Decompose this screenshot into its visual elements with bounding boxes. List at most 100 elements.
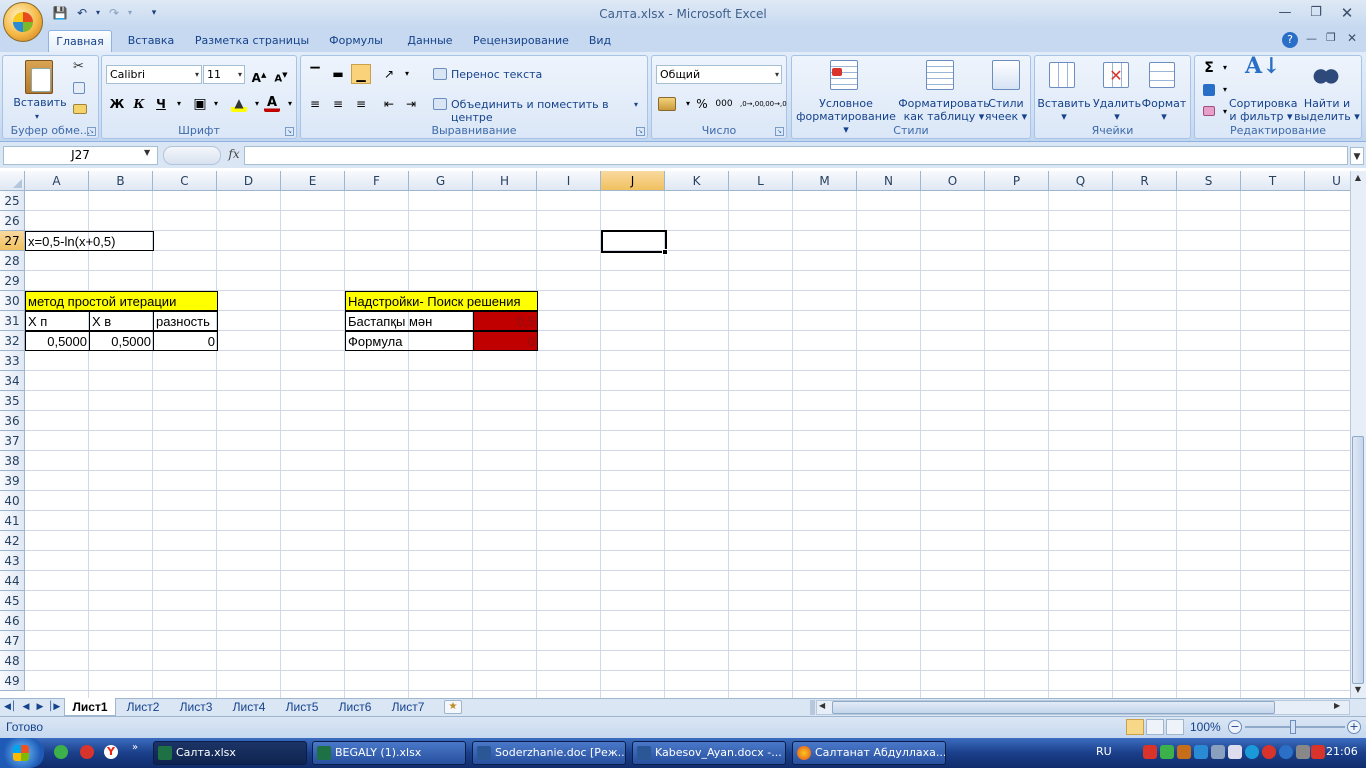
row-header-48[interactable]: 48	[0, 651, 25, 671]
align-bottom-icon[interactable]: ▁	[351, 64, 371, 84]
percent-button[interactable]: %	[692, 94, 712, 114]
row-header-31[interactable]: 31	[0, 311, 25, 331]
row-header-25[interactable]: 25	[0, 191, 25, 211]
column-header-L[interactable]: L	[729, 171, 793, 191]
shrink-font-icon[interactable]: A▼	[271, 65, 291, 85]
insert-cells-button[interactable]: Вставить ▾	[1037, 97, 1091, 123]
yandex-icon[interactable]: Y	[104, 745, 118, 759]
align-right-icon[interactable]: ≡	[351, 94, 371, 114]
quicklaunch-browser-icon[interactable]	[80, 745, 94, 759]
dialog-launcher-icon[interactable]: ↘	[285, 127, 294, 136]
column-header-K[interactable]: K	[665, 171, 729, 191]
zoom-out-icon[interactable]: −	[1228, 720, 1242, 734]
column-header-M[interactable]: M	[793, 171, 857, 191]
tray-icon-9[interactable]	[1279, 745, 1293, 759]
increase-indent-icon[interactable]: ⇥	[401, 94, 421, 114]
cell-F31[interactable]: Бастапқы мән	[345, 311, 474, 331]
orientation-dropdown-icon[interactable]: ▾	[397, 64, 417, 84]
grow-font-icon[interactable]: A▲	[249, 65, 269, 85]
row-header-40[interactable]: 40	[0, 491, 25, 511]
scroll-right-icon[interactable]: ▶	[1334, 701, 1340, 710]
task-salta-xlsx[interactable]: Салта.xlsx	[153, 741, 307, 765]
format-as-table-button[interactable]: Форматировать как таблицу ▾	[896, 97, 992, 123]
column-header-Q[interactable]: Q	[1049, 171, 1113, 191]
row-header-39[interactable]: 39	[0, 471, 25, 491]
name-box-dropdown-icon[interactable]: ▼	[144, 148, 150, 157]
bold-button[interactable]: Ж	[107, 94, 127, 114]
find-select-button[interactable]: Найти и выделить ▾	[1293, 97, 1361, 123]
align-top-icon[interactable]: ▔	[305, 64, 325, 84]
font-color-dropdown-icon[interactable]: ▾	[280, 94, 300, 114]
column-header-N[interactable]: N	[857, 171, 921, 191]
borders-dropdown-icon[interactable]: ▾	[206, 94, 226, 114]
wrap-text-button[interactable]: Перенос текста	[451, 68, 542, 81]
increase-decimal-button[interactable]: ,0→,00	[740, 94, 764, 114]
orientation-icon[interactable]: ↗	[379, 64, 399, 84]
column-header-S[interactable]: S	[1177, 171, 1241, 191]
sheet-tab-3[interactable]: Лист3	[171, 698, 221, 716]
clear-icon[interactable]	[1203, 106, 1215, 116]
row-header-33[interactable]: 33	[0, 351, 25, 371]
cell-H31[interactable]: 0,5	[473, 311, 538, 331]
sheet-tab-6[interactable]: Лист6	[330, 698, 380, 716]
sheet-tab-1[interactable]: Лист1	[64, 698, 116, 716]
cell-C31[interactable]: разность	[153, 311, 218, 331]
fill-handle[interactable]	[662, 249, 668, 255]
format-cells-button[interactable]: Формат ▾	[1139, 97, 1189, 123]
task-soderzhanie-doc[interactable]: Soderzhanie.doc [Реж...	[472, 741, 626, 765]
formula-input[interactable]	[244, 146, 1348, 165]
first-sheet-icon[interactable]: ◀│	[4, 700, 16, 714]
row-header-37[interactable]: 37	[0, 431, 25, 451]
decrease-decimal-button[interactable]: ,00→,0	[763, 94, 787, 114]
tray-icon-10[interactable]	[1296, 745, 1310, 759]
cell-A32[interactable]: 0,5000	[25, 331, 90, 351]
underline-button[interactable]: Ч	[151, 94, 171, 114]
row-header-36[interactable]: 36	[0, 411, 25, 431]
underline-dropdown-icon[interactable]: ▾	[169, 94, 189, 114]
tray-network-icon[interactable]	[1211, 745, 1225, 759]
quicklaunch-app-icon[interactable]	[54, 745, 68, 759]
dialog-launcher-icon[interactable]: ↘	[87, 127, 96, 136]
format-painter-icon[interactable]	[73, 104, 87, 114]
row-header-29[interactable]: 29	[0, 271, 25, 291]
column-header-D[interactable]: D	[217, 171, 281, 191]
row-header-46[interactable]: 46	[0, 611, 25, 631]
tray-icon-1[interactable]	[1143, 745, 1157, 759]
tab-view[interactable]: Вид	[580, 30, 620, 52]
row-header-44[interactable]: 44	[0, 571, 25, 591]
fill-color-icon[interactable]: ▲	[231, 96, 247, 112]
decrease-indent-icon[interactable]: ⇤	[379, 94, 399, 114]
show-more-icon[interactable]: »	[132, 742, 138, 753]
cell-C32[interactable]: 0	[153, 331, 218, 351]
sheet-tab-7[interactable]: Лист7	[383, 698, 433, 716]
tab-formulas[interactable]: Формулы	[322, 30, 390, 52]
column-header-I[interactable]: I	[537, 171, 601, 191]
sort-filter-button[interactable]: Сортировка и фильтр ▾	[1229, 97, 1298, 123]
next-sheet-icon[interactable]: ▶	[34, 700, 46, 714]
font-color-icon[interactable]: A	[264, 96, 280, 112]
tray-icon-11[interactable]	[1311, 745, 1325, 759]
column-header-J[interactable]: J	[601, 171, 665, 191]
ribbon-minimize-icon[interactable]: —	[1306, 32, 1317, 45]
column-header-P[interactable]: P	[985, 171, 1049, 191]
font-size-combo[interactable]: 11 ▾	[203, 65, 245, 84]
row-header-30[interactable]: 30	[0, 291, 25, 311]
row-header-26[interactable]: 26	[0, 211, 25, 231]
column-header-O[interactable]: O	[921, 171, 985, 191]
column-header-G[interactable]: G	[409, 171, 473, 191]
font-name-combo[interactable]: Calibri ▾	[106, 65, 202, 84]
fill-icon[interactable]	[1203, 84, 1215, 96]
task-saltanat-browser[interactable]: Салтанат Абдуллаха...	[792, 741, 946, 765]
scroll-up-icon[interactable]: ▲	[1352, 173, 1364, 185]
sheet-tab-2[interactable]: Лист2	[118, 698, 168, 716]
row-header-35[interactable]: 35	[0, 391, 25, 411]
merge-dropdown-icon[interactable]: ▾	[634, 98, 638, 111]
insert-function-button[interactable]: fx	[225, 147, 243, 165]
zoom-slider-thumb[interactable]	[1290, 720, 1296, 734]
tab-review[interactable]: Рецензирование	[470, 30, 572, 52]
align-center-icon[interactable]: ≡	[328, 94, 348, 114]
tab-insert[interactable]: Вставка	[120, 30, 182, 52]
expand-formula-bar-icon[interactable]: ▼	[1350, 147, 1364, 165]
active-cell-selection[interactable]	[601, 230, 667, 253]
workbook-close-icon[interactable]: ✕	[1347, 31, 1357, 45]
